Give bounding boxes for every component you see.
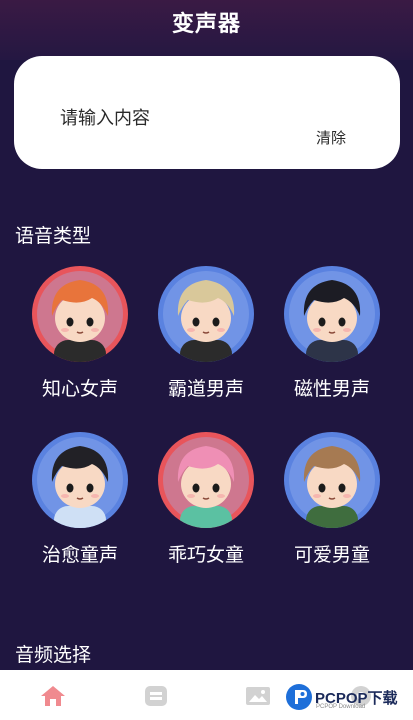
- page-title: 变声器: [171, 12, 241, 37]
- voice-avatar: [32, 432, 128, 528]
- tab-image[interactable]: [245, 684, 271, 706]
- voice-label: 乖巧女童: [167, 544, 244, 566]
- voice-avatar: [284, 266, 380, 362]
- section-title-voice-type: 语音类型: [15, 225, 92, 247]
- voice-option[interactable]: 知心女声: [20, 266, 140, 401]
- voice-label: 霸道男声: [167, 378, 244, 400]
- tab-home[interactable]: [39, 684, 65, 706]
- voice-avatar: [158, 266, 254, 362]
- voice-label: 治愈童声: [41, 544, 118, 566]
- voice-label: 磁性男声: [293, 378, 370, 400]
- section-title-audio-select: 音频选择: [15, 644, 92, 666]
- voice-avatar: [32, 266, 128, 362]
- card-icon: [145, 686, 167, 706]
- voice-avatar: [158, 432, 254, 528]
- text-input-card[interactable]: 请输入内容 清除: [14, 56, 400, 169]
- voice-option[interactable]: 可爱男童: [272, 432, 392, 567]
- home-icon: [41, 686, 65, 706]
- voice-label: 可爱男童: [293, 544, 370, 566]
- voice-option[interactable]: 乖巧女童: [146, 432, 266, 567]
- image-icon: [246, 687, 270, 705]
- pcpop-logo-icon: [286, 684, 312, 710]
- voice-avatar: [284, 432, 380, 528]
- watermark: PCPOP下载 PCPOP Download: [286, 682, 398, 712]
- voice-option[interactable]: 霸道男声: [146, 266, 266, 401]
- clear-button[interactable]: 清除: [316, 127, 346, 148]
- watermark-sub: PCPOP Download: [316, 704, 366, 710]
- voice-option[interactable]: 治愈童声: [20, 432, 140, 567]
- tab-card[interactable]: [143, 684, 169, 706]
- voice-option[interactable]: 磁性男声: [272, 266, 392, 401]
- text-input-placeholder[interactable]: 请输入内容: [60, 104, 150, 130]
- voice-label: 知心女声: [41, 378, 118, 400]
